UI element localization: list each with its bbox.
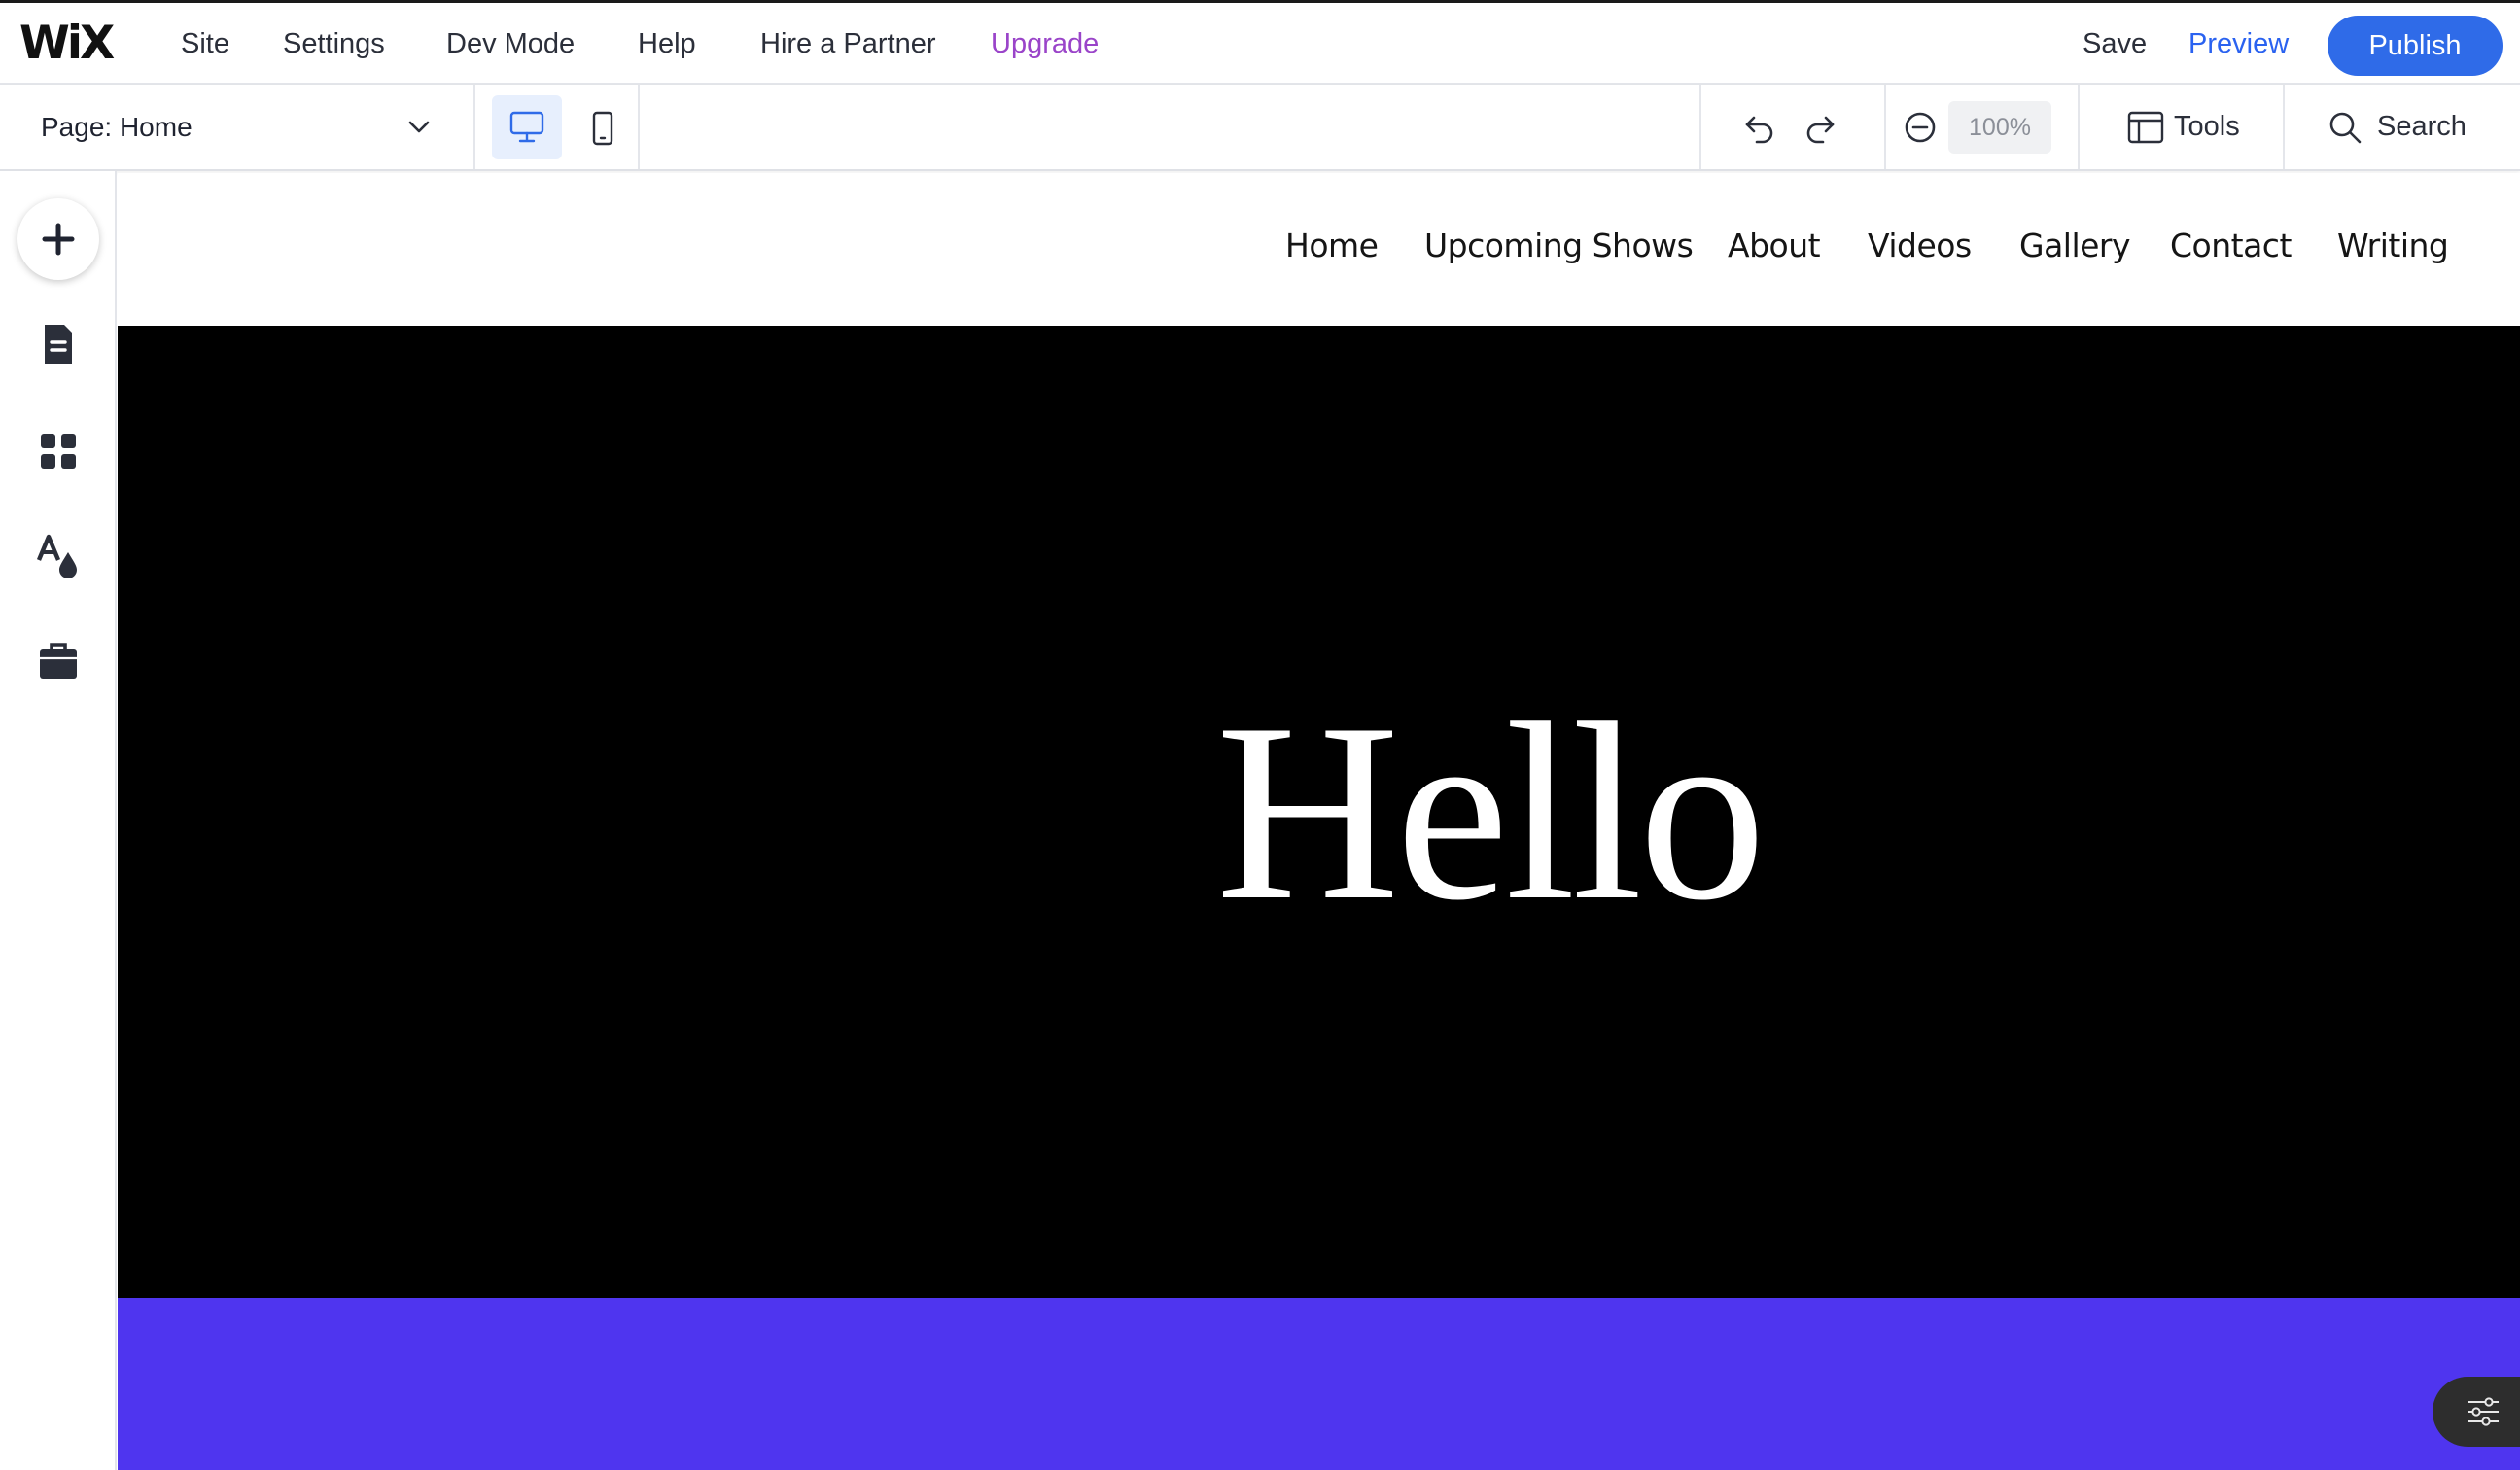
desktop-view-button[interactable]	[492, 95, 562, 159]
divider	[638, 85, 640, 169]
menu-site[interactable]: Site	[181, 3, 229, 85]
nav-writing[interactable]: Writing	[2337, 219, 2449, 273]
desktop-icon	[509, 111, 544, 143]
nav-gallery[interactable]: Gallery	[2019, 219, 2131, 273]
sliders-icon	[2468, 1397, 2499, 1426]
menu-upgrade[interactable]: Upgrade	[991, 3, 1099, 85]
editor-toolbar: Page: Home 100% Tools Search	[0, 85, 2520, 171]
wix-logo[interactable]: WiX	[19, 17, 115, 71]
search-icon[interactable]	[2328, 110, 2362, 145]
nav-contact[interactable]: Contact	[2170, 219, 2292, 273]
apps-icon[interactable]	[35, 428, 82, 474]
left-tool-rail	[0, 171, 117, 1470]
tools-button[interactable]: Tools	[2174, 85, 2240, 169]
menu-settings[interactable]: Settings	[283, 3, 385, 85]
add-icon	[42, 223, 75, 256]
hero-section[interactable]: Hello	[118, 326, 2520, 1298]
mobile-icon	[592, 111, 613, 146]
page-selector-label: Page:	[41, 112, 113, 142]
pages-icon[interactable]	[35, 321, 82, 368]
hero-title[interactable]: Hello	[118, 326, 2520, 1298]
page-selector-value: Home	[119, 112, 192, 142]
divider	[2078, 85, 2080, 169]
chevron-down-icon[interactable]	[406, 114, 432, 139]
nav-videos[interactable]: Videos	[1868, 219, 1972, 273]
divider	[473, 85, 475, 169]
undo-icon[interactable]	[1742, 110, 1777, 145]
editor-canvas[interactable]: Home Upcoming Shows About Videos Gallery…	[118, 173, 2520, 1470]
divider	[1884, 85, 1886, 169]
menu-help[interactable]: Help	[638, 3, 696, 85]
zoom-out-icon[interactable]	[1903, 110, 1938, 145]
nav-upcoming-shows[interactable]: Upcoming Shows	[1424, 219, 1694, 273]
design-icon[interactable]	[35, 533, 82, 579]
purple-section[interactable]	[118, 1298, 2520, 1470]
save-button[interactable]: Save	[2082, 3, 2147, 85]
redo-icon[interactable]	[1802, 110, 1838, 145]
nav-home[interactable]: Home	[1285, 219, 1379, 273]
menu-dev-mode[interactable]: Dev Mode	[446, 3, 575, 85]
mobile-view-button[interactable]	[583, 95, 622, 159]
divider	[2283, 85, 2285, 169]
divider	[1699, 85, 1701, 169]
business-icon[interactable]	[35, 638, 82, 684]
zoom-level-field[interactable]: 100%	[1948, 101, 2051, 154]
editor-top-bar: WiX Site Settings Dev Mode Help Hire a P…	[0, 0, 2520, 85]
nav-about[interactable]: About	[1728, 219, 1821, 273]
add-elements-button[interactable]	[18, 198, 99, 280]
preview-button[interactable]: Preview	[2188, 3, 2289, 85]
publish-button[interactable]: Publish	[2328, 16, 2502, 76]
menu-hire-a-partner[interactable]: Hire a Partner	[760, 3, 936, 85]
tools-icon[interactable]	[2127, 111, 2164, 144]
search-button[interactable]: Search	[2377, 85, 2467, 169]
site-header[interactable]: Home Upcoming Shows About Videos Gallery…	[118, 173, 2520, 326]
page-selector[interactable]: Page: Home	[41, 85, 192, 169]
site-settings-button[interactable]	[2432, 1377, 2520, 1447]
